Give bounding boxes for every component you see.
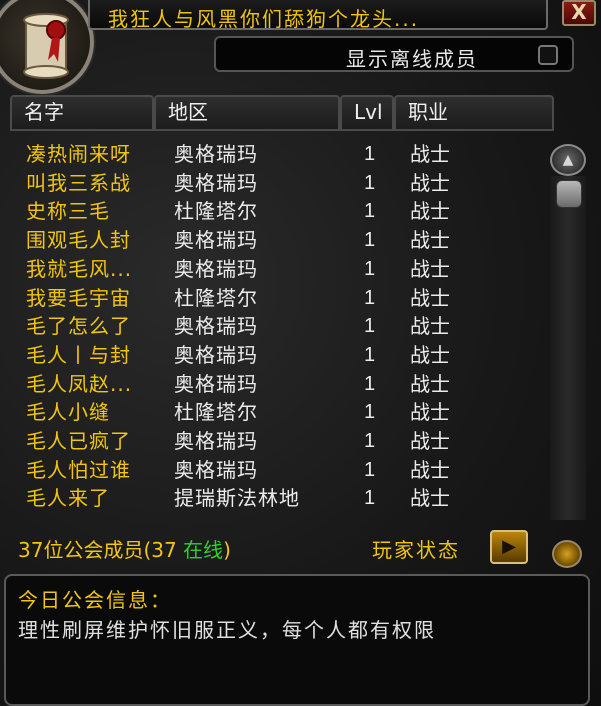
member-level: 1 <box>364 171 376 194</box>
member-zone: 奥格瑞玛 <box>174 342 258 367</box>
member-name: 毛人来了 <box>26 486 110 511</box>
show-offline-row: 显示离线成员 <box>214 36 574 72</box>
member-class: 战士 <box>410 142 450 166</box>
member-class: 战士 <box>410 256 450 281</box>
guild-scroll-icon <box>0 0 94 94</box>
member-zone: 杜隆塔尔 <box>174 400 258 425</box>
member-zone: 奥格瑞玛 <box>174 371 258 396</box>
member-zone: 奥格瑞玛 <box>174 256 258 281</box>
member-name: 毛人已疯了 <box>26 429 131 453</box>
close-button[interactable]: X <box>562 0 596 26</box>
member-zone: 奥格瑞玛 <box>174 170 258 195</box>
member-name: 毛了怎么了 <box>26 314 131 339</box>
column-header-name-label: 名字 <box>24 100 64 124</box>
play-arrow-icon[interactable]: ▶ <box>490 530 528 564</box>
table-row[interactable]: 毛人小缝 杜隆塔尔 1 战士 <box>12 398 542 426</box>
table-row[interactable]: 史称三毛 杜隆塔尔 1 战士 <box>12 197 542 225</box>
member-count: 37位公会成员(37 在线) <box>18 534 231 563</box>
column-header-level-label: Lvl <box>354 100 383 124</box>
column-header-name[interactable]: 名字 <box>10 95 154 131</box>
motd-text: 理性刷屏维护怀旧服正义，每个人都有权限 <box>18 618 436 642</box>
member-class: 战士 <box>410 199 450 224</box>
member-class: 战士 <box>410 228 450 253</box>
column-header-zone[interactable]: 地区 <box>154 95 340 131</box>
member-zone: 杜隆塔尔 <box>174 199 258 224</box>
member-level: 1 <box>364 286 376 309</box>
member-name: 毛人丨与封 <box>26 342 131 367</box>
member-name: 毛人小缝 <box>26 400 110 425</box>
table-row[interactable]: 我就毛风... 奥格瑞玛 1 战士 <box>12 255 542 283</box>
member-zone: 杜隆塔尔 <box>174 285 258 310</box>
member-level: 1 <box>364 458 376 481</box>
member-name: 毛人怕过谁 <box>26 457 131 482</box>
member-zone: 奥格瑞玛 <box>174 457 258 482</box>
scroll-bottom-button[interactable] <box>552 540 582 568</box>
member-name: 围观毛人封 <box>26 228 131 253</box>
member-level: 1 <box>364 229 376 252</box>
member-class: 战士 <box>410 371 450 396</box>
table-row[interactable]: 毛人怕过谁 奥格瑞玛 1 战士 <box>12 456 542 484</box>
member-name: 叫我三系战 <box>26 170 131 195</box>
guild-roster-window: 我狂人与风黑你们舔狗个龙头... X 显示离线成员 名字 地区 Lvl 职业 凑… <box>0 0 601 706</box>
member-level: 1 <box>364 487 376 510</box>
member-class: 战士 <box>410 486 450 511</box>
member-name: 史称三毛 <box>26 199 110 224</box>
member-level: 1 <box>364 315 376 338</box>
column-header-class[interactable]: 职业 <box>394 95 554 131</box>
title-bar[interactable]: 我狂人与风黑你们舔狗个龙头... <box>88 0 548 31</box>
member-name: 凑热闹来呀 <box>26 142 131 166</box>
member-zone: 奥格瑞玛 <box>174 142 258 166</box>
member-class: 战士 <box>410 170 450 195</box>
member-count-prefix: 37位公会成员(37 <box>18 538 184 562</box>
table-row[interactable]: 毛人丨与封 奥格瑞玛 1 战士 <box>12 341 542 369</box>
show-offline-label: 显示离线成员 <box>346 47 478 71</box>
table-row[interactable]: 毛人凤赵... 奥格瑞玛 1 战士 <box>12 370 542 398</box>
column-header-zone-label: 地区 <box>168 100 208 124</box>
member-name: 毛人凤赵... <box>26 371 133 396</box>
table-row[interactable]: 毛人已疯了 奥格瑞玛 1 战士 <box>12 427 542 455</box>
member-class: 战士 <box>410 429 450 453</box>
member-name: 我就毛风... <box>26 256 133 281</box>
member-count-suffix: ) <box>223 538 231 562</box>
table-row[interactable]: 围观毛人封 奥格瑞玛 1 战士 <box>12 226 542 254</box>
table-row[interactable]: 我要毛宇宙 杜隆塔尔 1 战士 <box>12 284 542 312</box>
motd-title: 今日公会信息： <box>18 588 172 612</box>
show-offline-checkbox[interactable] <box>538 45 558 65</box>
member-level: 1 <box>364 143 376 165</box>
member-level: 1 <box>364 430 376 452</box>
member-class: 战士 <box>410 314 450 339</box>
member-name: 我要毛宇宙 <box>26 285 131 310</box>
table-row[interactable]: 毛人来了 提瑞斯法林地 1 战士 <box>12 484 542 512</box>
member-class: 战士 <box>410 342 450 367</box>
member-zone: 奥格瑞玛 <box>174 429 258 453</box>
roster-list: 凑热闹来呀 奥格瑞玛 1 战士 叫我三系战 奥格瑞玛 1 战士 史称三毛 杜隆塔… <box>12 140 542 520</box>
member-class: 战士 <box>410 285 450 310</box>
window-title: 我狂人与风黑你们舔狗个龙头... <box>108 7 420 31</box>
scroll-up-icon[interactable]: ▲ <box>550 144 586 176</box>
guild-motd-panel[interactable]: 今日公会信息： 理性刷屏维护怀旧服正义，每个人都有权限 <box>4 574 590 706</box>
member-zone: 提瑞斯法林地 <box>174 486 300 511</box>
table-row[interactable]: 叫我三系战 奥格瑞玛 1 战士 <box>12 169 542 197</box>
column-header-class-label: 职业 <box>408 100 448 124</box>
member-zone: 奥格瑞玛 <box>174 228 258 253</box>
scrollbar-thumb[interactable] <box>556 180 582 208</box>
column-header-level[interactable]: Lvl <box>340 95 394 131</box>
player-status-label: 玩家状态 <box>372 538 460 562</box>
member-level: 1 <box>364 343 376 366</box>
online-label: 在线 <box>183 538 224 562</box>
member-level: 1 <box>364 372 376 395</box>
member-level: 1 <box>364 401 376 424</box>
member-level: 1 <box>364 257 376 280</box>
member-zone: 奥格瑞玛 <box>174 314 258 339</box>
member-class: 战士 <box>410 400 450 425</box>
member-level: 1 <box>364 200 376 223</box>
member-class: 战士 <box>410 457 450 482</box>
table-row[interactable]: 毛了怎么了 奥格瑞玛 1 战士 <box>12 312 542 340</box>
scrollbar-track[interactable] <box>550 176 586 520</box>
table-row[interactable]: 凑热闹来呀 奥格瑞玛 1 战士 <box>12 140 542 168</box>
